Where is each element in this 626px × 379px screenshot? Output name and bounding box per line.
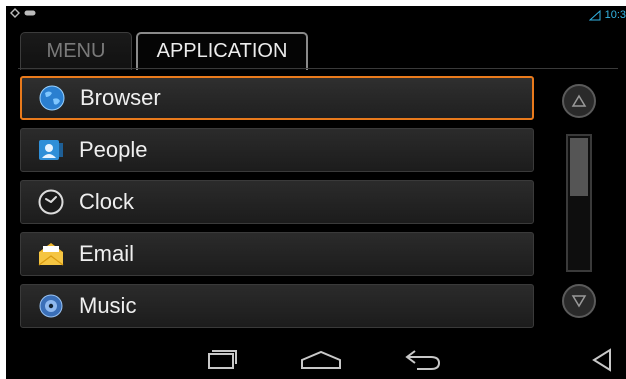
list-item-clock[interactable]: Clock [20,180,534,224]
list-item-label: Clock [79,189,135,214]
side-back-button[interactable] [578,345,626,375]
clock-icon [37,188,65,216]
status-bar: 10:3 [6,6,626,26]
recent-apps-button[interactable] [196,345,246,375]
list-item-label: Browser [80,85,161,110]
tab-bar: MENU APPLICATION [18,32,618,70]
home-button[interactable] [296,345,346,375]
triangle-left-icon [592,348,611,372]
list-item-email[interactable]: Email [20,232,534,276]
scroll-down-button[interactable] [562,284,596,318]
settings-diamond-icon [10,8,20,18]
list-item-browser[interactable]: Browser [20,76,534,120]
globe-icon [38,84,66,112]
list-item-label: Email [79,241,135,266]
recent-apps-icon [208,350,237,369]
status-time: 10:3 [604,9,626,21]
music-disc-icon [37,292,65,320]
app-screen: 10:3 MENU APPLICATION Browser People Clo… [6,6,626,379]
gamepad-icon [24,10,36,16]
list-item-label: People [79,137,148,162]
list-item-people[interactable]: People [20,128,534,172]
tab-application[interactable]: APPLICATION [136,32,308,70]
home-icon [301,350,341,369]
tab-menu[interactable]: MENU [20,32,132,70]
back-arrow-icon [405,350,441,370]
navigation-bar [6,339,626,379]
scroll-up-button[interactable] [562,84,596,118]
triangle-up-icon [571,94,587,107]
scrollbar-track[interactable] [566,134,592,272]
list-item-label: Music [79,293,137,318]
triangle-down-icon [571,295,587,308]
back-button[interactable] [398,345,448,375]
contact-card-icon [37,136,65,164]
status-icons [10,8,36,18]
list-item-music[interactable]: Music [20,284,534,328]
envelope-icon [37,240,65,268]
scrollbar-thumb[interactable] [570,138,588,196]
tab-divider [18,68,618,69]
status-right: 10:3 [588,9,626,21]
signal-icon [588,9,601,20]
